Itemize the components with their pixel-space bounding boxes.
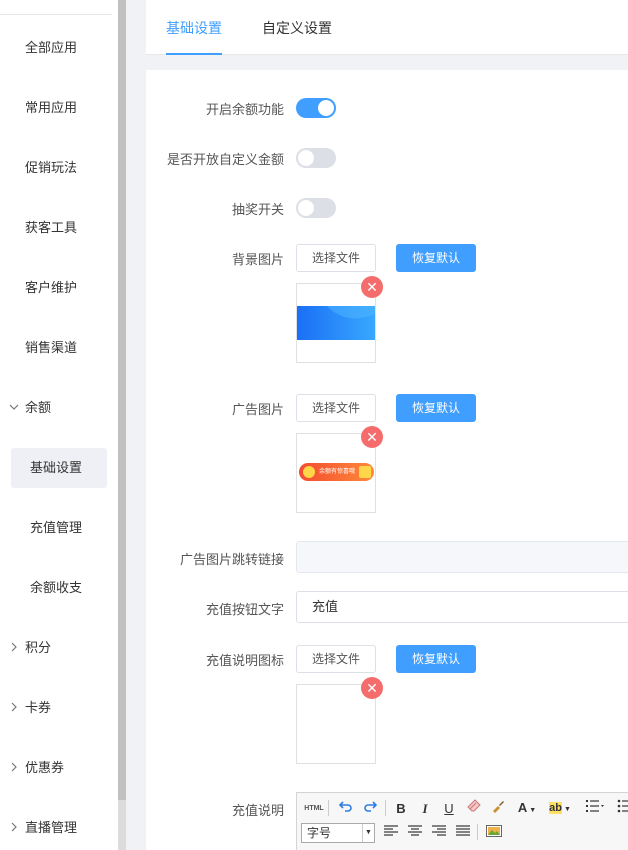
chevron-right-icon: [9, 808, 19, 850]
align-justify-icon[interactable]: [455, 824, 471, 842]
ad-banner-badge-left: [303, 466, 315, 478]
balance-enable-label: 开启余额功能: [205, 102, 284, 117]
recharge-icon-label: 充值说明图标: [205, 653, 284, 668]
sidebar-item-label: 余额: [25, 400, 52, 415]
sidebar-item-all-apps[interactable]: 全部应用: [0, 28, 118, 68]
ad-banner-badge-right: [359, 466, 371, 478]
align-right-icon[interactable]: [431, 824, 447, 842]
sidebar-item-promotions[interactable]: 促销玩法: [0, 148, 118, 188]
unordered-list-icon[interactable]: [615, 799, 628, 817]
recharge-desc-label: 充值说明: [231, 803, 284, 818]
sidebar-item-acquisition[interactable]: 获客工具: [0, 208, 118, 248]
image-icon[interactable]: [485, 824, 503, 842]
sidebar-item-coupons[interactable]: 优惠券: [0, 748, 118, 788]
sidebar-item-balance-ledger[interactable]: 余额收支: [0, 568, 118, 608]
chevron-right-icon: [9, 628, 19, 684]
align-left-icon[interactable]: [383, 824, 399, 842]
html-source-button[interactable]: HTML: [303, 800, 325, 818]
toolbar-separator: [385, 800, 386, 816]
bg-image-delete-icon[interactable]: ✕: [361, 276, 383, 298]
switch-knob: [298, 150, 314, 166]
sidebar-item-balance[interactable]: 余额: [0, 388, 118, 428]
ad-banner-text: 余额有惊喜哦: [319, 469, 356, 475]
redo-icon[interactable]: [361, 799, 379, 817]
lottery-label: 抽奖开关: [231, 202, 284, 217]
recharge-button-text-label: 充值按钮文字: [205, 602, 284, 617]
italic-button[interactable]: I: [418, 800, 432, 818]
eraser-icon[interactable]: [465, 799, 483, 817]
chevron-down-icon: ▼: [529, 807, 537, 814]
ad-image-reset-button[interactable]: 恢复默认: [396, 394, 476, 422]
font-size-select[interactable]: 字号 ▼: [301, 823, 375, 843]
bold-button[interactable]: B: [394, 800, 408, 818]
bg-image-thumbnail: [297, 306, 375, 340]
sidebar-top-divider: [0, 0, 112, 15]
switch-knob: [298, 200, 314, 216]
sidebar-item-common-apps[interactable]: 常用应用: [0, 88, 118, 128]
bg-image-reset-button[interactable]: 恢复默认: [396, 244, 476, 272]
custom-amount-label: 是否开放自定义金额: [166, 152, 284, 167]
rich-text-editor[interactable]: HTML B I U A ▼ ab ▼ 字号 ▼: [296, 792, 628, 850]
chevron-right-icon: [9, 688, 19, 744]
ordered-list-icon[interactable]: [583, 799, 609, 817]
ad-image-delete-icon[interactable]: ✕: [361, 426, 383, 448]
ad-banner-thumbnail: 余额有惊喜哦: [299, 463, 374, 481]
sidebar-item-cards[interactable]: 卡券: [0, 688, 118, 728]
sidebar-item-recharge-management[interactable]: 充值管理: [0, 508, 118, 548]
sidebar-item-label: 直播管理: [25, 820, 78, 835]
chevron-down-icon: ▼: [362, 824, 374, 842]
sidebar-item-label: 优惠券: [25, 760, 65, 775]
recharge-button-text-input[interactable]: 充值: [296, 591, 628, 623]
sidebar-item-label: 卡券: [25, 700, 52, 715]
font-color-button[interactable]: A ▼: [515, 799, 539, 817]
chevron-right-icon: [9, 748, 19, 804]
highlight-button[interactable]: ab ▼: [545, 799, 575, 817]
ad-link-input[interactable]: [296, 541, 628, 573]
sidebar-item-live-management[interactable]: 直播管理: [0, 808, 118, 848]
underline-button[interactable]: U: [442, 800, 456, 818]
undo-icon[interactable]: [337, 799, 355, 817]
bg-image-label: 背景图片: [231, 252, 284, 267]
sidebar-scrollbar-thumb[interactable]: [118, 0, 126, 800]
lottery-switch[interactable]: [296, 198, 336, 218]
highlight-label: ab: [549, 802, 562, 814]
custom-amount-switch[interactable]: [296, 148, 336, 168]
sidebar-item-label: 积分: [25, 640, 52, 655]
ad-image-label: 广告图片: [231, 402, 284, 417]
recharge-icon-delete-icon[interactable]: ✕: [361, 677, 383, 699]
bg-image-choose-button[interactable]: 选择文件: [296, 244, 376, 272]
balance-enable-switch[interactable]: [296, 98, 336, 118]
recharge-icon-choose-button[interactable]: 选择文件: [296, 645, 376, 673]
font-size-select-value: 字号: [307, 826, 332, 840]
ad-image-choose-button[interactable]: 选择文件: [296, 394, 376, 422]
sidebar-item-basic-settings[interactable]: 基础设置: [11, 448, 107, 488]
switch-knob: [318, 100, 334, 116]
tab-basic-settings[interactable]: 基础设置: [166, 0, 222, 55]
align-center-icon[interactable]: [407, 824, 423, 842]
toolbar-separator: [477, 824, 478, 840]
toolbar-separator: [328, 800, 329, 816]
chevron-down-icon: ▼: [563, 806, 571, 813]
font-color-label: A: [517, 800, 528, 815]
format-brush-icon[interactable]: [489, 799, 507, 817]
sidebar-item-customer-care[interactable]: 客户维护: [0, 268, 118, 308]
sidebar-item-sales-channels[interactable]: 销售渠道: [0, 328, 118, 368]
settings-panel: [146, 70, 628, 850]
ad-link-label: 广告图片跳转链接: [179, 552, 284, 567]
tab-custom-settings[interactable]: 自定义设置: [262, 0, 332, 55]
active-tab-indicator: [166, 53, 222, 55]
chevron-down-icon: [9, 388, 19, 444]
recharge-icon-reset-button[interactable]: 恢复默认: [396, 645, 476, 673]
sidebar-item-points[interactable]: 积分: [0, 628, 118, 668]
